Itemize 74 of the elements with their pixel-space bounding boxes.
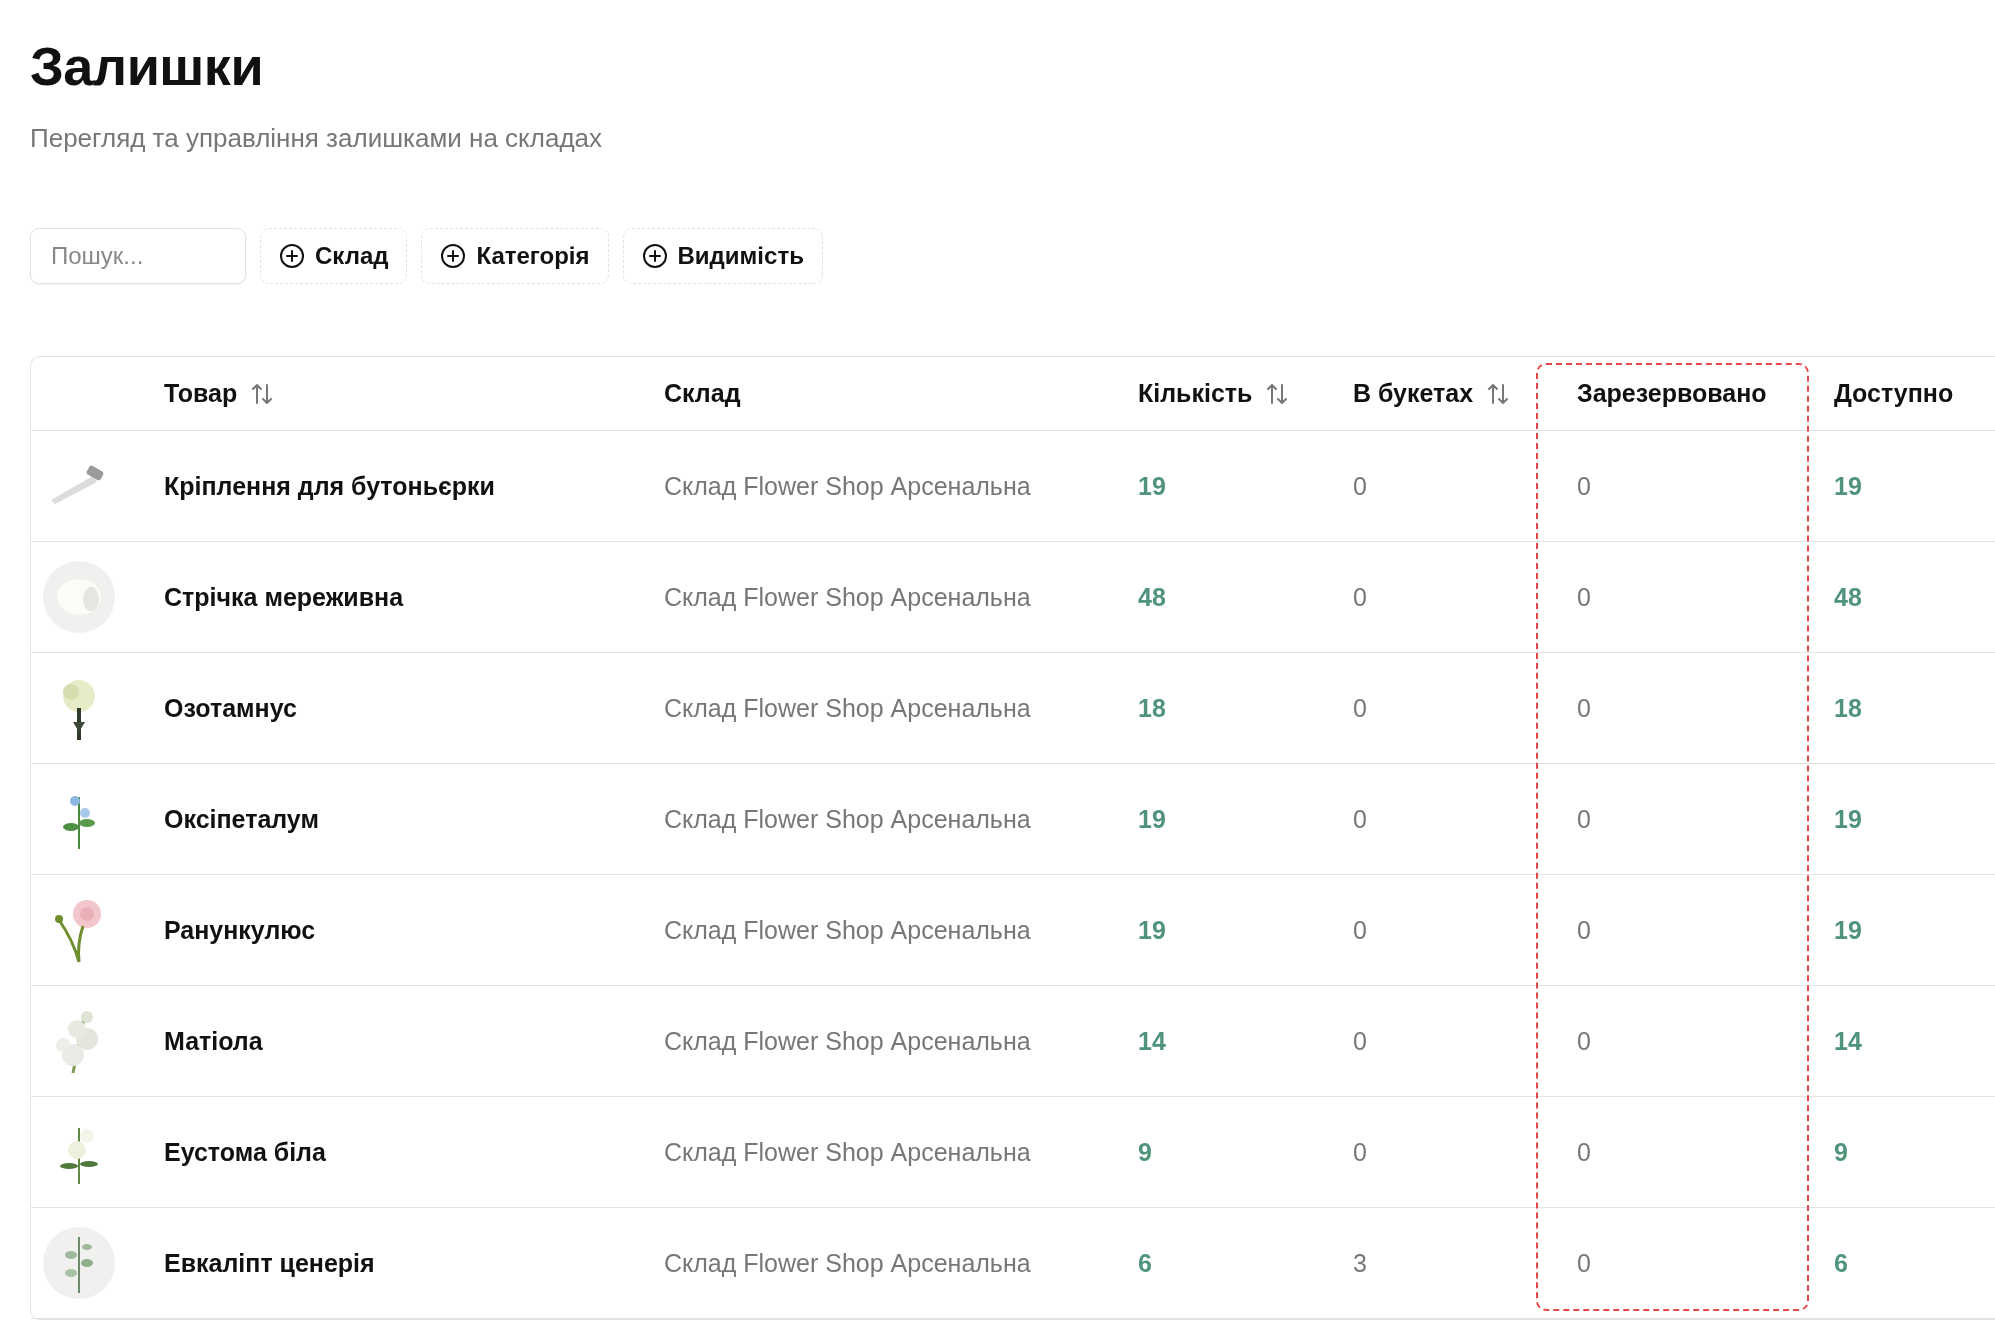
quantity-value: 14 xyxy=(1138,1026,1166,1055)
warehouse-name: Склад Flower Shop Арсенальна xyxy=(664,1248,1031,1277)
available-value: 18 xyxy=(1834,693,1862,722)
table-row[interactable]: Евкаліпт ценерія Склад Flower Shop Арсенальна 6 3 0 6 xyxy=(31,1207,1995,1319)
warehouse-name: Склад Flower Shop Арсенальна xyxy=(664,1026,1031,1055)
bouquet-count: 0 xyxy=(1353,693,1367,722)
quantity-value: 19 xyxy=(1138,804,1166,833)
bouquet-count: 0 xyxy=(1353,915,1367,944)
quantity-value: 9 xyxy=(1138,1137,1152,1166)
quantity-value: 19 xyxy=(1138,471,1166,500)
bouquet-count: 0 xyxy=(1353,1137,1367,1166)
warehouse-name: Склад Flower Shop Арсенальна xyxy=(664,693,1031,722)
available-value: 48 xyxy=(1834,582,1862,611)
column-header: Склад xyxy=(664,377,741,409)
column-header: Зарезервовано xyxy=(1577,377,1767,409)
quantity-value: 18 xyxy=(1138,693,1166,722)
warehouse-name: Склад Flower Shop Арсенальна xyxy=(664,1137,1031,1166)
product-name: Кріплення для бутоньєрки xyxy=(164,471,495,500)
reserved-value: 0 xyxy=(1577,582,1591,611)
filter-button[interactable]: Категорія xyxy=(421,227,609,284)
column-header: В букетах xyxy=(1353,377,1474,409)
bouquet-count: 0 xyxy=(1353,1026,1367,1055)
search-field[interactable]: Пошук... xyxy=(30,227,246,284)
warehouse-name: Склад Flower Shop Арсенальна xyxy=(664,582,1031,611)
bouquet-count: 0 xyxy=(1353,471,1367,500)
sort-icon[interactable] xyxy=(1487,381,1510,406)
warehouse-name: Склад Flower Shop Арсенальна xyxy=(664,471,1031,500)
reserved-value: 0 xyxy=(1577,1137,1591,1166)
filter-button[interactable]: Видимість xyxy=(622,227,823,284)
table-row[interactable]: Кріплення для бутоньєрки Склад Flower Shop Арсенальна 19 0 0 19 xyxy=(31,430,1995,542)
page-subtitle: Перегляд та управління залишками на складах xyxy=(30,121,604,155)
product-name: Стрічка мереживна xyxy=(164,582,404,611)
quantity-value: 48 xyxy=(1138,582,1166,611)
bouquet-count: 3 xyxy=(1353,1248,1367,1277)
available-value: 19 xyxy=(1834,804,1862,833)
reserved-value: 0 xyxy=(1577,1248,1591,1277)
table-row[interactable]: Еустома біла Склад Flower Shop Арсенальна 9 0 0 9 xyxy=(31,1096,1995,1208)
table-row[interactable]: Матіола Склад Flower Shop Арсенальна 14 0 0 14 xyxy=(31,985,1995,1097)
reserved-value: 0 xyxy=(1577,804,1591,833)
page-title: Залишки xyxy=(30,35,265,98)
bouquet-count: 0 xyxy=(1353,804,1367,833)
column-header: Кількість xyxy=(1138,377,1253,409)
plus-circle-icon xyxy=(440,242,467,269)
table-row[interactable]: Ранункулюс Склад Flower Shop Арсенальна 19 0 0 19 xyxy=(31,874,1995,986)
product-name: Еустома біла xyxy=(164,1137,326,1166)
table-row[interactable]: Озотамнус Склад Flower Shop Арсенальна 18 0 0 18 xyxy=(31,652,1995,764)
available-value: 19 xyxy=(1834,915,1862,944)
bouquet-count: 0 xyxy=(1353,582,1367,611)
reserved-value: 0 xyxy=(1577,1026,1591,1055)
available-value: 9 xyxy=(1834,1137,1848,1166)
reserved-value: 0 xyxy=(1577,471,1591,500)
reserved-value: 0 xyxy=(1577,915,1591,944)
filter-button[interactable]: Склад xyxy=(260,227,408,284)
column-header: Товар xyxy=(164,377,238,409)
plus-circle-icon xyxy=(641,242,668,269)
sort-icon[interactable] xyxy=(1266,381,1289,406)
product-name: Евкаліпт ценерія xyxy=(164,1248,375,1277)
plus-circle-icon xyxy=(279,242,305,269)
sort-icon[interactable] xyxy=(251,381,274,406)
quantity-value: 19 xyxy=(1138,915,1166,944)
table-row[interactable]: Оксіпеталум Склад Flower Shop Арсенальна 19 0 0 19 xyxy=(31,763,1995,875)
available-value: 19 xyxy=(1834,471,1862,500)
warehouse-name: Склад Flower Shop Арсенальна xyxy=(664,915,1031,944)
product-name: Ранункулюс xyxy=(164,915,316,944)
reserved-value: 0 xyxy=(1577,693,1591,722)
available-value: 6 xyxy=(1834,1248,1848,1277)
quantity-value: 6 xyxy=(1138,1248,1152,1277)
table-row[interactable]: Стрічка мереживна Склад Flower Shop Арсенальна 48 0 0 48 xyxy=(31,541,1995,653)
column-header: Доступно xyxy=(1834,377,1954,409)
available-value: 14 xyxy=(1834,1026,1862,1055)
product-name: Матіола xyxy=(164,1026,263,1055)
warehouse-name: Склад Flower Shop Арсенальна xyxy=(664,804,1031,833)
product-name: Оксіпеталум xyxy=(164,804,319,833)
product-name: Озотамнус xyxy=(164,693,297,722)
